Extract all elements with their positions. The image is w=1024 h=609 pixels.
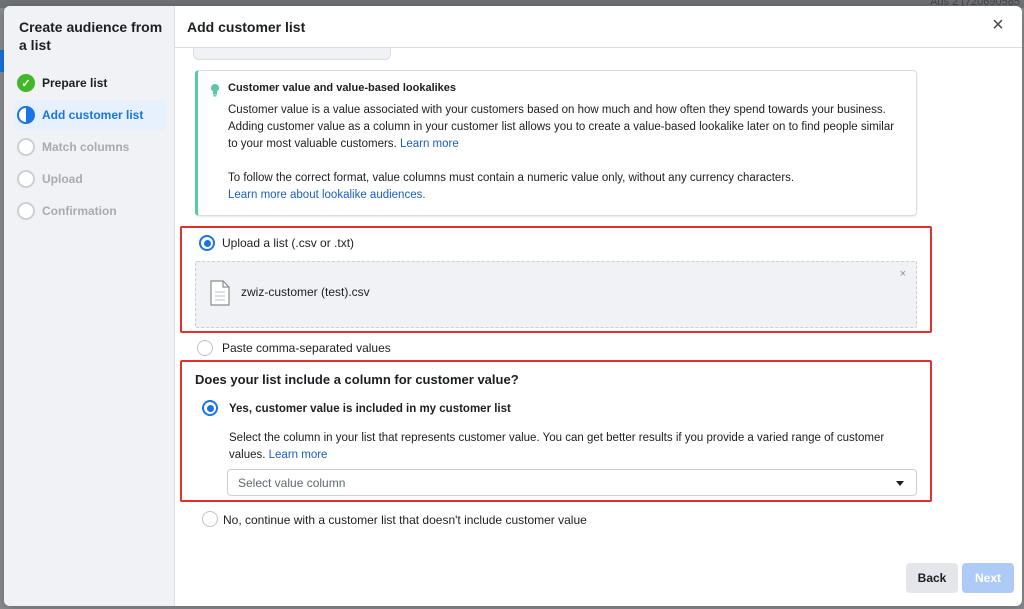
upload-list-label[interactable]: Upload a list (.csv or .txt) (222, 236, 354, 250)
create-audience-dialog: Create audience from a list ✓ Prepare li… (4, 6, 1022, 606)
step-add-customer-list[interactable]: Add customer list (14, 100, 166, 130)
step-match-columns: Match columns (14, 132, 166, 162)
step-prepare-list[interactable]: ✓ Prepare list (14, 68, 166, 98)
step-label: Confirmation (42, 204, 117, 218)
back-button[interactable]: Back (906, 563, 958, 593)
info-callout: Customer value and value-based lookalike… (195, 70, 917, 216)
previous-field-pill (193, 48, 391, 60)
step-label: Prepare list (42, 76, 108, 90)
customer-value-yes-label[interactable]: Yes, customer value is included in my cu… (229, 403, 511, 415)
customer-value-description: Select the column in your list that repr… (229, 432, 885, 461)
next-button[interactable]: Next (962, 563, 1014, 593)
main-panel: Add customer list × Customer value and v… (175, 6, 1022, 606)
empty-circle-icon (17, 138, 35, 156)
empty-circle-icon (17, 202, 35, 220)
dialog-title: Add customer list (187, 18, 306, 35)
paste-values-radio[interactable] (197, 340, 213, 356)
info-paragraph-1: Customer value is a value associated wit… (228, 104, 895, 150)
step-upload: Upload (14, 164, 166, 194)
step-label: Add customer list (42, 108, 144, 122)
select-placeholder: Select value column (238, 475, 346, 490)
uploaded-file-name: zwiz-customer (test).csv (241, 285, 370, 299)
dialog-content: Customer value and value-based lookalike… (175, 48, 1022, 554)
remove-file-icon[interactable]: × (900, 268, 906, 280)
step-label: Match columns (42, 140, 130, 154)
sidebar-title: Create audience from a list (19, 19, 163, 53)
step-confirmation: Confirmation (14, 196, 166, 226)
customer-value-no-label[interactable]: No, continue with a customer list that d… (223, 513, 587, 527)
close-icon[interactable]: × (988, 15, 1008, 36)
caret-down-icon (896, 481, 904, 486)
dialog-header: Add customer list (175, 6, 1022, 48)
upload-list-radio[interactable] (199, 235, 215, 251)
checkmark-icon: ✓ (17, 74, 35, 92)
paste-values-label[interactable]: Paste comma-separated values (222, 341, 391, 355)
empty-circle-icon (17, 170, 35, 188)
customer-value-learn-more-link[interactable]: Learn more (269, 449, 328, 461)
customer-value-no-radio[interactable] (202, 511, 218, 527)
info-title: Customer value and value-based lookalike… (228, 82, 457, 94)
file-icon (210, 280, 230, 306)
file-dropzone[interactable]: zwiz-customer (test).csv × (195, 261, 917, 328)
info-paragraph-2: To follow the correct format, value colu… (228, 172, 795, 201)
lookalike-learn-more-link[interactable]: Learn more about lookalike audiences. (228, 189, 426, 201)
customer-value-question: Does your list include a column for cust… (195, 372, 519, 387)
learn-more-link[interactable]: Learn more (400, 138, 459, 150)
steps-sidebar: Create audience from a list ✓ Prepare li… (4, 6, 175, 606)
dialog-footer: Back Next (175, 554, 1022, 606)
value-column-select[interactable]: Select value column (227, 469, 917, 496)
step-label: Upload (42, 172, 83, 186)
in-progress-icon (17, 106, 35, 124)
lightbulb-icon (211, 84, 219, 97)
customer-value-yes-radio[interactable] (202, 400, 218, 416)
